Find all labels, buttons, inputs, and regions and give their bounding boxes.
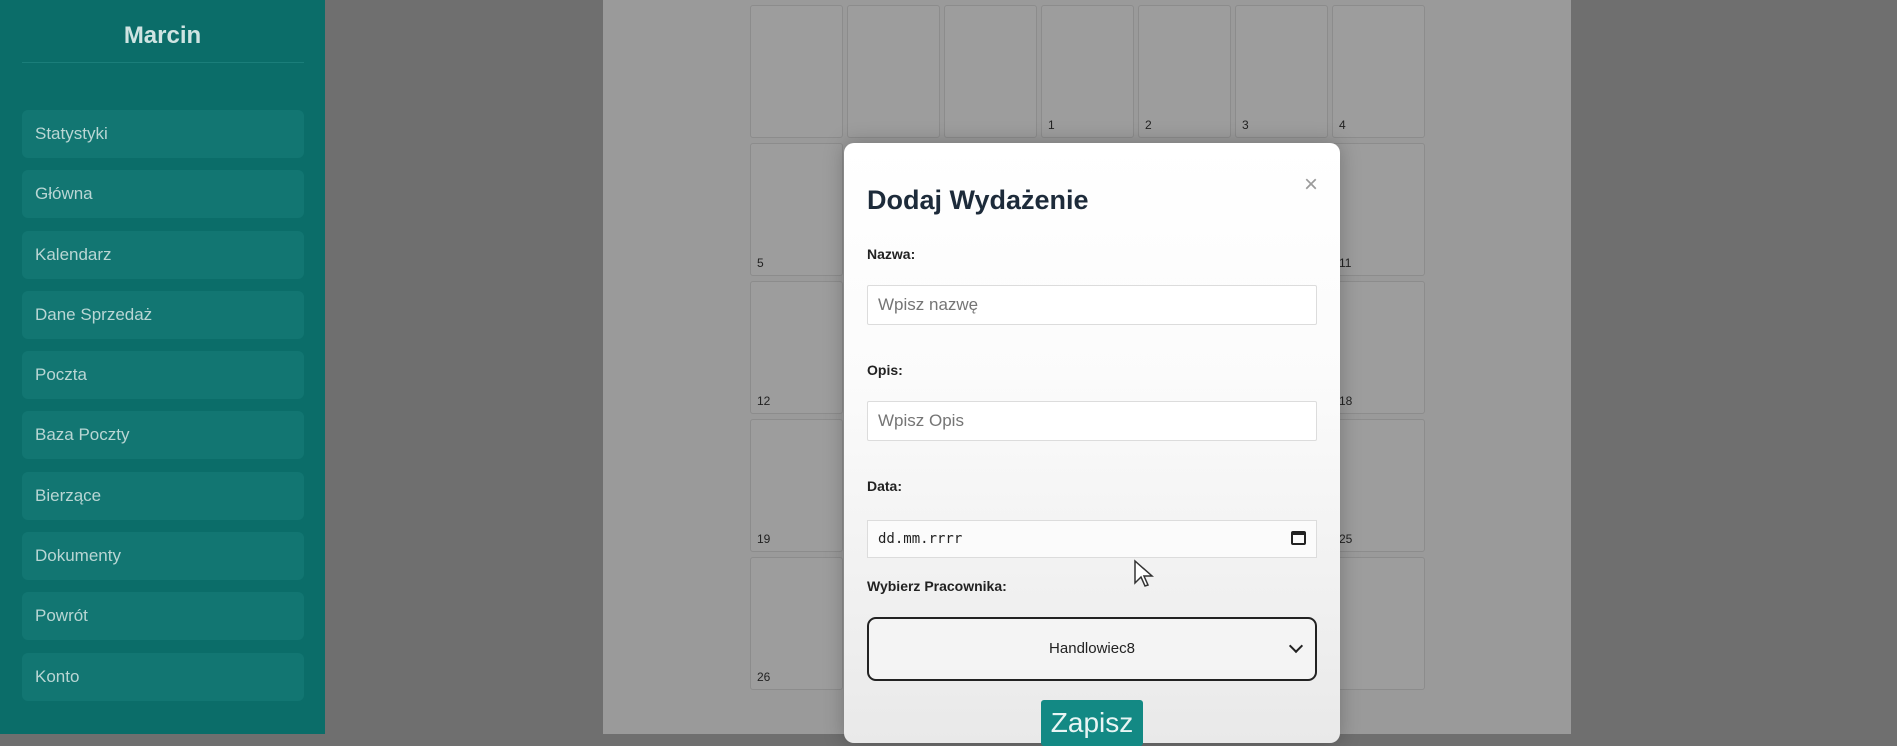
calendar-cell[interactable]: 25: [1332, 419, 1425, 552]
date-input[interactable]: dd.mm.rrrr: [867, 520, 1317, 558]
calendar-cell[interactable]: 12: [750, 281, 843, 414]
calendar-cell[interactable]: [750, 5, 843, 138]
day-number: 4: [1339, 118, 1346, 132]
day-number: 25: [1339, 532, 1353, 546]
sidebar-item-kalendarz[interactable]: Kalendarz: [22, 230, 304, 279]
sidebar-item-powrot[interactable]: Powrót: [22, 592, 304, 641]
sidebar-item-konto[interactable]: Konto: [22, 652, 304, 701]
name-input[interactable]: [867, 285, 1317, 325]
day-number: 19: [757, 532, 771, 546]
employee-select[interactable]: Handlowiec8: [867, 617, 1317, 681]
name-label: Nazwa:: [867, 246, 916, 262]
calendar-cell[interactable]: 19: [750, 419, 843, 552]
date-placeholder: dd.mm.rrrr: [878, 531, 963, 547]
day-number: 2: [1145, 118, 1152, 132]
calendar-cell[interactable]: 11: [1332, 143, 1425, 276]
user-divider: [22, 62, 304, 63]
calendar-cell[interactable]: [944, 5, 1037, 138]
user-name: Marcin: [123, 22, 202, 49]
calendar-icon[interactable]: [1291, 531, 1306, 545]
calendar-cell[interactable]: 3: [1235, 5, 1328, 138]
sidebar: Marcin Statystyki Główna Kalendarz Dane …: [0, 0, 325, 734]
calendar-cell[interactable]: 18: [1332, 281, 1425, 414]
calendar-cell[interactable]: 5: [750, 143, 843, 276]
add-event-modal: × Dodaj Wydażenie Nazwa: Opis: Data: dd.…: [844, 143, 1340, 746]
calendar-cell[interactable]: [1332, 557, 1425, 690]
date-label: Data:: [867, 478, 903, 494]
employee-label: Wybierz Pracownika:: [867, 578, 1007, 594]
day-number: 26: [757, 670, 771, 684]
calendar-cell[interactable]: 1: [1041, 5, 1134, 138]
day-number: 18: [1339, 394, 1353, 408]
employee-selected-value: Handlowiec8: [1049, 640, 1135, 657]
sidebar-nav: Statystyki Główna Kalendarz Dane Sprzeda…: [22, 110, 304, 713]
sidebar-item-dokumenty[interactable]: Dokumenty: [22, 532, 304, 581]
description-input[interactable]: [867, 401, 1317, 441]
day-number: 12: [757, 394, 771, 408]
day-number: 5: [757, 256, 764, 270]
sidebar-item-baza-poczty[interactable]: Baza Poczty: [22, 411, 304, 460]
mouse-cursor-icon: [1134, 559, 1154, 587]
sidebar-item-bierzace[interactable]: Bierzące: [22, 471, 304, 520]
sidebar-item-statystyki[interactable]: Statystyki: [22, 110, 304, 158]
calendar-cell[interactable]: 4: [1332, 5, 1425, 138]
day-number: 1: [1048, 118, 1055, 132]
sidebar-item-dane-sprzedaz[interactable]: Dane Sprzedaż: [22, 290, 304, 339]
calendar-cell[interactable]: 2: [1138, 5, 1231, 138]
modal-title: Dodaj Wydażenie: [867, 185, 1089, 215]
description-label: Opis:: [867, 362, 903, 378]
close-icon[interactable]: ×: [1304, 173, 1318, 197]
calendar-cell[interactable]: 26: [750, 557, 843, 690]
sidebar-item-poczta[interactable]: Poczta: [22, 351, 304, 400]
day-number: 11: [1339, 256, 1352, 270]
save-button[interactable]: Zapisz: [1041, 700, 1143, 746]
day-number: 3: [1242, 118, 1249, 132]
calendar-cell[interactable]: [847, 5, 940, 138]
sidebar-item-glowna[interactable]: Główna: [22, 170, 304, 219]
